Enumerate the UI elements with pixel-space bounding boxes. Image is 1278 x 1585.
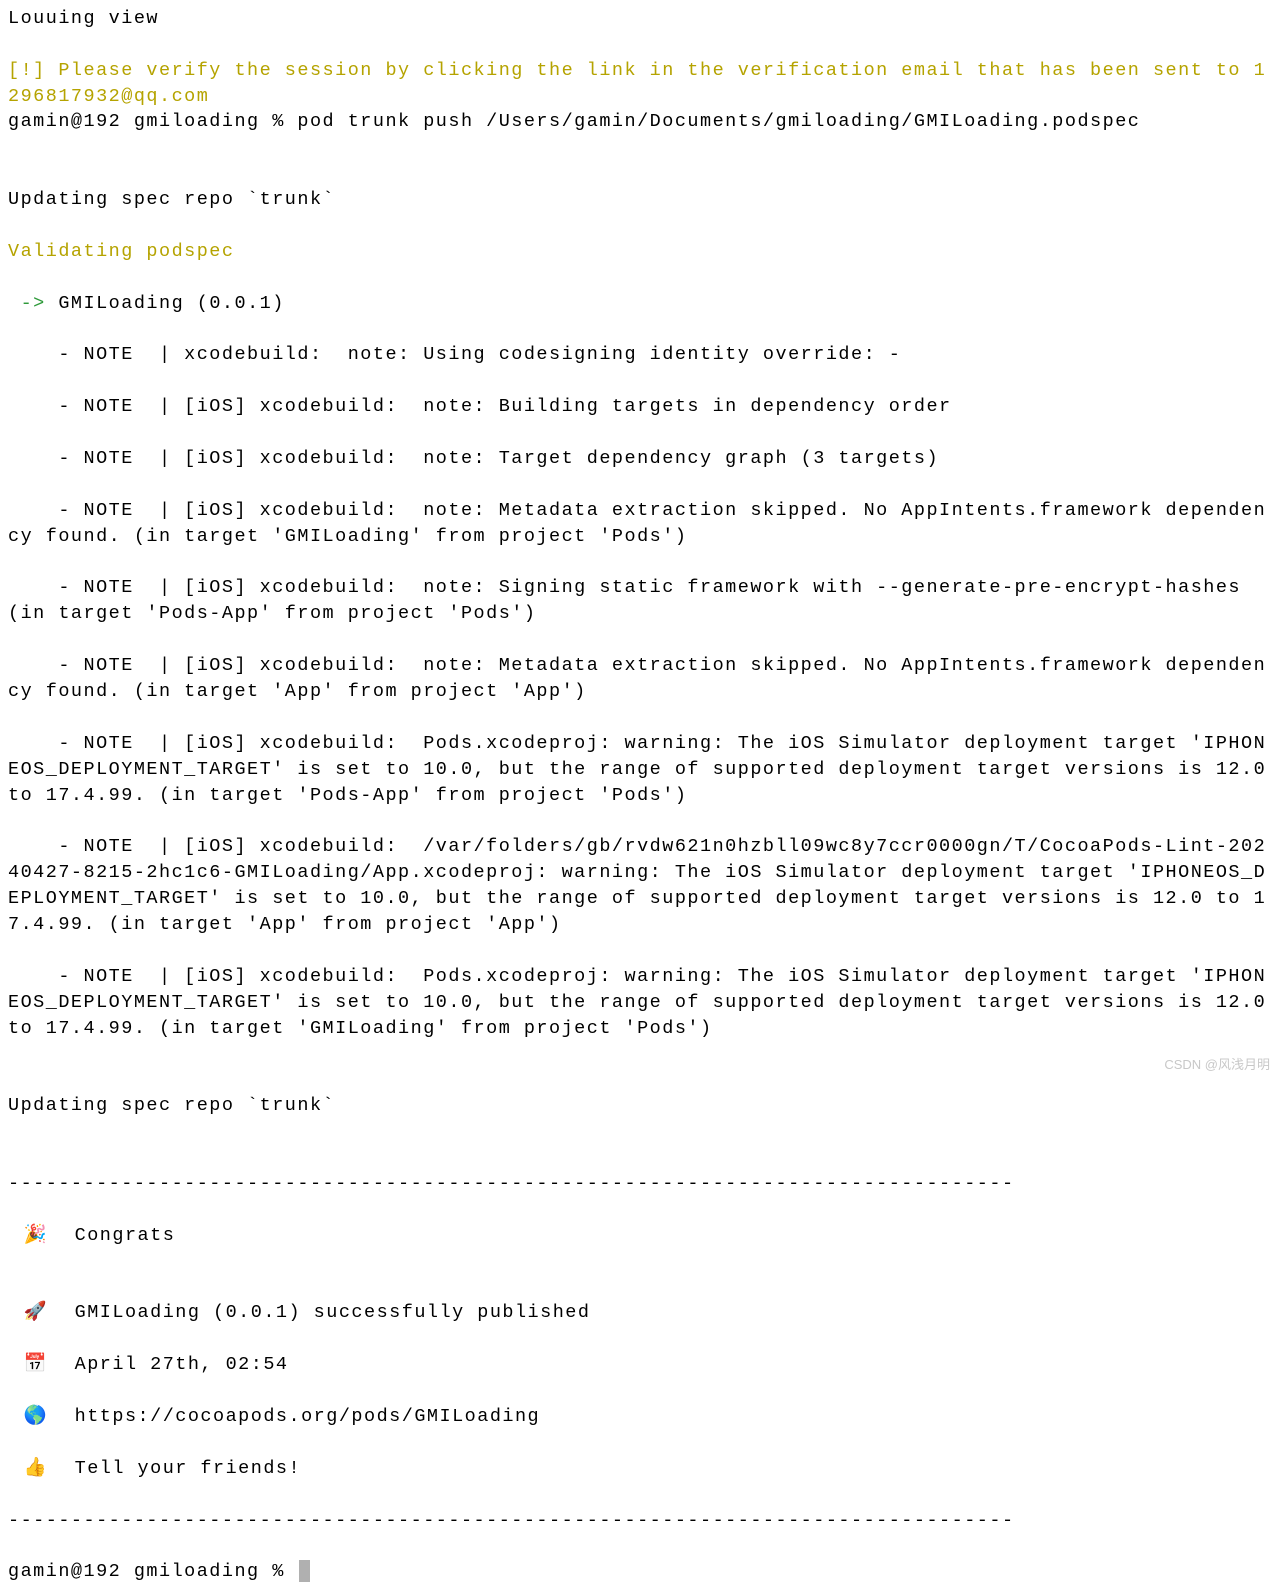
note-line: - NOTE | [iOS] xcodebuild: note: Metadat…: [8, 498, 1270, 550]
terminal-output: Louuing view [!] Please verify the sessi…: [8, 0, 1270, 1585]
divider-line: ----------------------------------------…: [8, 1508, 1270, 1534]
calendar-icon: 📅: [21, 1352, 50, 1378]
divider-line: ----------------------------------------…: [8, 1171, 1270, 1197]
date-line: 📅 April 27th, 02:54: [8, 1352, 1270, 1378]
tell-text: Tell your friends!: [49, 1458, 301, 1479]
party-popper-icon: 🎉: [21, 1223, 50, 1249]
watermark-label: CSDN @风浅月明: [1164, 1056, 1270, 1074]
arrow-line: -> GMILoading (0.0.1): [8, 291, 1270, 317]
updating-line-1: Updating spec repo `trunk`: [8, 187, 1270, 213]
validating-line: Validating podspec: [8, 239, 1270, 265]
note-line: - NOTE | xcodebuild: note: Using codesig…: [8, 342, 1270, 368]
arrow-indicator: ->: [8, 293, 58, 314]
note-line: - NOTE | [iOS] xcodebuild: /var/folders/…: [8, 834, 1270, 938]
congrats-line: 🎉 Congrats: [8, 1223, 1270, 1249]
warning-line: [!] Please verify the session by clickin…: [8, 60, 1266, 107]
note-line: - NOTE | [iOS] xcodebuild: note: Buildin…: [8, 394, 1270, 420]
date-text: April 27th, 02:54: [49, 1354, 288, 1375]
url-line: 🌎 https://cocoapods.org/pods/GMILoading: [8, 1404, 1270, 1430]
note-line: - NOTE | [iOS] xcodebuild: note: Metadat…: [8, 653, 1270, 705]
arrow-label: GMILoading (0.0.1): [58, 293, 284, 314]
note-line: - NOTE | [iOS] xcodebuild: Pods.xcodepro…: [8, 731, 1270, 809]
congrats-text: Congrats: [49, 1225, 175, 1246]
tell-line: 👍 Tell your friends!: [8, 1456, 1270, 1482]
cut-line: Louuing view: [8, 6, 1270, 32]
note-line: - NOTE | [iOS] xcodebuild: Pods.xcodepro…: [8, 964, 1270, 1042]
note-line: - NOTE | [iOS] xcodebuild: note: Target …: [8, 446, 1270, 472]
cursor-icon: [299, 1560, 310, 1582]
prompt-line-1: gamin@192 gmiloading % pod trunk push /U…: [8, 109, 1270, 135]
note-line: - NOTE | [iOS] xcodebuild: note: Signing…: [8, 575, 1270, 627]
thumbs-up-icon: 👍: [21, 1456, 50, 1482]
prompt-line-2[interactable]: gamin@192 gmiloading %: [8, 1561, 297, 1582]
updating-line-2: Updating spec repo `trunk`: [8, 1093, 1270, 1119]
url-text: https://cocoapods.org/pods/GMILoading: [49, 1406, 540, 1427]
published-line: 🚀 GMILoading (0.0.1) successfully publis…: [8, 1300, 1270, 1326]
published-text: GMILoading (0.0.1) successfully publishe…: [49, 1302, 590, 1323]
rocket-icon: 🚀: [21, 1300, 50, 1326]
globe-icon: 🌎: [21, 1404, 50, 1430]
